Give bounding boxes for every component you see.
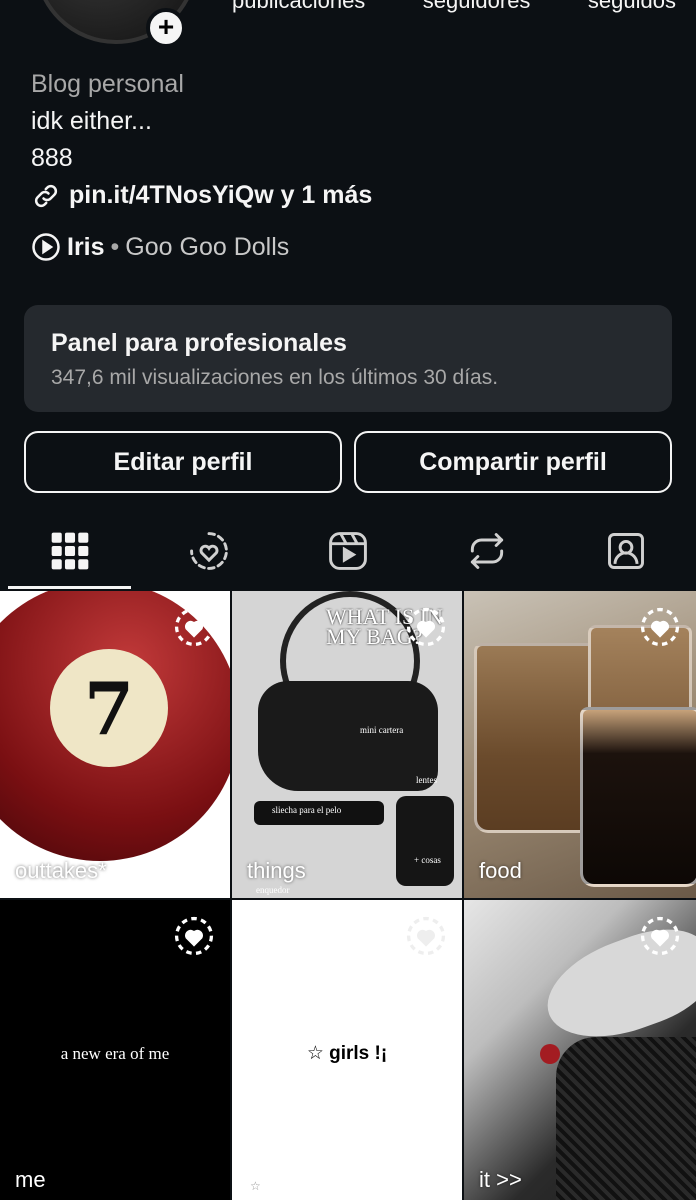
tile-center-text: ☆ girls !¡	[306, 1043, 388, 1064]
highlight-heart-icon	[406, 607, 446, 647]
tab-posts[interactable]	[0, 513, 139, 589]
tile-caption: sliecha para el pelo	[272, 805, 342, 815]
highlight-heart-icon	[640, 916, 680, 956]
profile-stats: publicaciones seguidores seguidos	[232, 0, 676, 14]
tab-reposts[interactable]	[418, 513, 557, 589]
professional-dashboard-title: Panel para profesionales	[51, 329, 347, 357]
followers-stat-label[interactable]: seguidores	[423, 0, 531, 14]
iced-coffee-image	[580, 707, 696, 887]
highlights-grid: 7 outtakes* WHAT IS IN MY BAG? mini cart…	[0, 591, 696, 1200]
professional-dashboard[interactable]: Panel para profesionales 347,6 mil visua…	[24, 305, 672, 412]
tile-center-text: a new era of me	[60, 1044, 170, 1063]
tile-caption: + cosas	[414, 855, 441, 865]
highlight-tile[interactable]: a new era of me me	[0, 900, 230, 1200]
mesh-fabric-image	[556, 1037, 696, 1200]
tile-caption: mini cartera	[360, 725, 404, 735]
edit-profile-button[interactable]: Editar perfil	[24, 431, 342, 493]
tab-tagged[interactable]	[557, 513, 696, 589]
profile-bio: Blog personal idk either... 888 pin.it/4…	[31, 66, 372, 214]
pouch-image	[396, 796, 454, 886]
highlight-tile[interactable]: it >>	[464, 900, 696, 1200]
highlight-label: me	[15, 1167, 46, 1192]
tile-caption: enquedor	[256, 885, 290, 895]
add-story-icon[interactable]: +	[146, 8, 186, 48]
bag-image	[258, 681, 438, 791]
highlight-tile[interactable]: WHAT IS IN MY BAG? mini cartera lentes s…	[232, 591, 462, 898]
profile-music[interactable]: Iris • Goo Goo Dolls	[31, 232, 289, 262]
profile-tabs	[0, 513, 696, 589]
highlight-label: it >>	[479, 1167, 522, 1192]
professional-dashboard-subtitle: 347,6 mil visualizaciones en los últimos…	[51, 366, 499, 389]
billiard-charm-image	[540, 1044, 560, 1064]
highlight-tile[interactable]: food	[464, 591, 696, 898]
star-icon: ☆	[250, 1179, 261, 1193]
bio-line: idk either...	[31, 107, 152, 135]
highlight-label: outtakes*	[15, 858, 107, 883]
grid-icon	[51, 532, 88, 570]
highlight-heart-icon	[174, 607, 214, 647]
profile-link-text[interactable]: pin.it/4TNosYiQw y 1 más	[69, 177, 372, 214]
highlight-heart-icon	[174, 916, 214, 956]
highlight-label: things	[247, 858, 306, 883]
link-icon	[34, 184, 58, 207]
highlight-heart-icon	[640, 607, 680, 647]
music-artist: Goo Goo Dolls	[125, 232, 290, 261]
tile-caption: lentes	[416, 775, 437, 785]
highlights-icon	[189, 532, 228, 570]
posts-stat-label[interactable]: publicaciones	[232, 0, 365, 14]
highlight-label: food	[479, 858, 522, 883]
play-icon	[32, 233, 60, 261]
reposts-icon	[471, 533, 504, 569]
profile-category: Blog personal	[31, 70, 184, 98]
share-profile-button[interactable]: Compartir perfil	[354, 431, 672, 493]
tab-reels[interactable]	[278, 513, 417, 589]
tagged-icon	[608, 533, 645, 569]
tab-highlights[interactable]	[139, 513, 278, 589]
music-separator: •	[110, 232, 120, 261]
music-song: Iris	[67, 232, 105, 261]
bio-line: 888	[31, 144, 73, 172]
highlight-heart-icon	[406, 916, 446, 956]
profile-link[interactable]: pin.it/4TNosYiQw y 1 más	[31, 177, 372, 214]
reels-icon	[329, 532, 367, 570]
highlight-tile[interactable]: 7 outtakes*	[0, 591, 230, 898]
following-stat-label[interactable]: seguidos	[588, 0, 676, 14]
highlight-tile[interactable]: ☆ girls !¡ ☆	[232, 900, 462, 1200]
